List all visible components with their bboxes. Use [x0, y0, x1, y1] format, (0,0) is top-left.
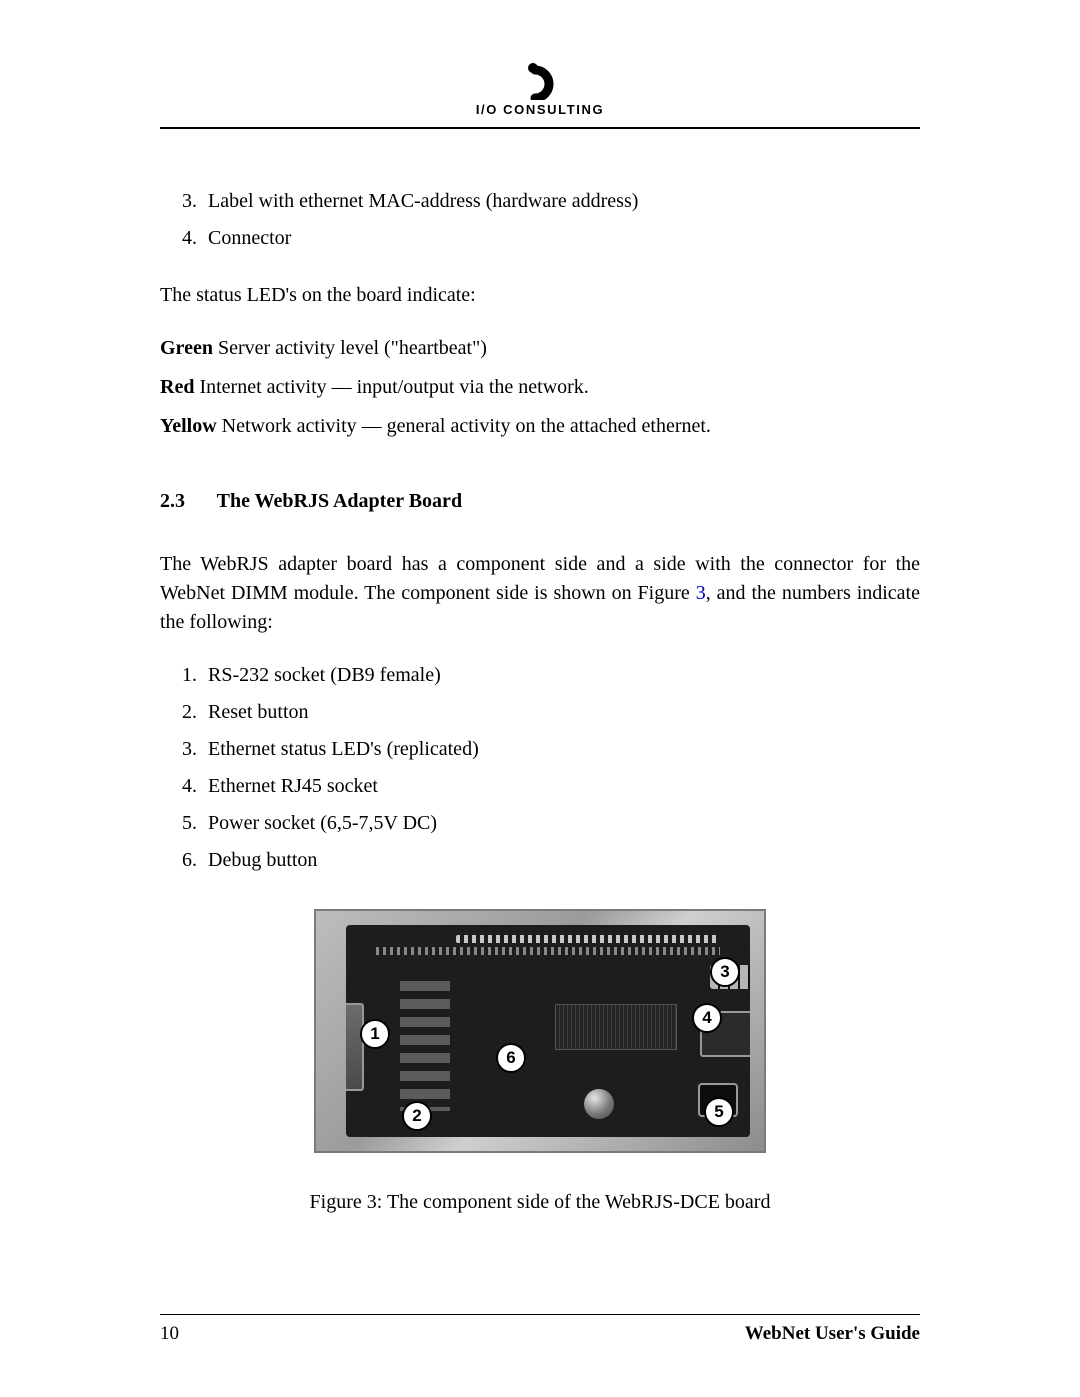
adapter-intro: The WebRJS adapter board has a component… [160, 550, 920, 637]
status-led-definitions: Green Server activity level ("heartbeat"… [160, 334, 920, 441]
list-item: Connector [202, 224, 920, 253]
term-label: Green [160, 337, 213, 359]
logo-brand-label: I/O CONSULTING [476, 102, 604, 117]
subsection-heading: 2.3 The WebRJS Adapter Board [160, 487, 920, 516]
chip-icon [556, 1005, 676, 1049]
capacitor-icon [584, 1089, 614, 1119]
footer-rule [160, 1314, 920, 1315]
list-item: Debug button [202, 846, 920, 875]
db9-port-icon [346, 1003, 364, 1091]
status-led-red: Red Internet activity — input/output via… [160, 373, 920, 402]
callout-2: 2 [402, 1101, 432, 1131]
list-item: RS-232 socket (DB9 female) [202, 661, 920, 690]
page-header: I/O CONSULTING [160, 60, 920, 123]
list-item: Reset button [202, 698, 920, 727]
term-desc: Server activity level ("heartbeat") [218, 337, 487, 359]
callout-5: 5 [704, 1097, 734, 1127]
pin-header-icon [376, 947, 720, 955]
adapter-enumeration: RS-232 socket (DB9 female) Reset button … [202, 661, 920, 875]
term-label: Yellow [160, 415, 217, 437]
document-title: WebNet User's Guide [745, 1323, 920, 1345]
logo-icon [519, 60, 561, 100]
company-logo: I/O CONSULTING [476, 60, 604, 117]
list-item: Power socket (6,5-7,5V DC) [202, 809, 920, 838]
smd-components-icon [400, 981, 450, 1111]
list-item: Label with ethernet MAC-address (hardwar… [202, 187, 920, 216]
status-led-yellow: Yellow Network activity — general activi… [160, 412, 920, 441]
page-number: 10 [160, 1323, 179, 1345]
top-enumeration: Label with ethernet MAC-address (hardwar… [202, 187, 920, 253]
subsection-title-text: The WebRJS Adapter Board [217, 490, 462, 512]
callout-6: 6 [496, 1043, 526, 1073]
pin-header-icon [456, 935, 720, 943]
status-led-green: Green Server activity level ("heartbeat"… [160, 334, 920, 363]
callout-4: 4 [692, 1003, 722, 1033]
list-item: Ethernet status LED's (replicated) [202, 735, 920, 764]
term-desc: Network activity — general activity on t… [222, 415, 711, 437]
board-photo: 1 2 3 4 5 6 [314, 909, 766, 1153]
figure-3: 1 2 3 4 5 6 Figure 3: The component side… [160, 909, 920, 1217]
status-intro: The status LED's on the board indicate: [160, 281, 920, 310]
callout-1: 1 [360, 1019, 390, 1049]
term-desc: Internet activity — input/output via the… [199, 376, 588, 398]
figure-caption: Figure 3: The component side of the WebR… [160, 1188, 920, 1217]
document-page: I/O CONSULTING Label with ethernet MAC-a… [0, 0, 1080, 1397]
callout-3: 3 [710, 957, 740, 987]
figure-crossref[interactable]: 3 [696, 582, 706, 604]
list-item: Ethernet RJ45 socket [202, 772, 920, 801]
subsection-number: 2.3 [160, 487, 212, 516]
page-content: Label with ethernet MAC-address (hardwar… [160, 129, 920, 1217]
term-label: Red [160, 376, 194, 398]
page-footer: 10 WebNet User's Guide [160, 1314, 920, 1345]
